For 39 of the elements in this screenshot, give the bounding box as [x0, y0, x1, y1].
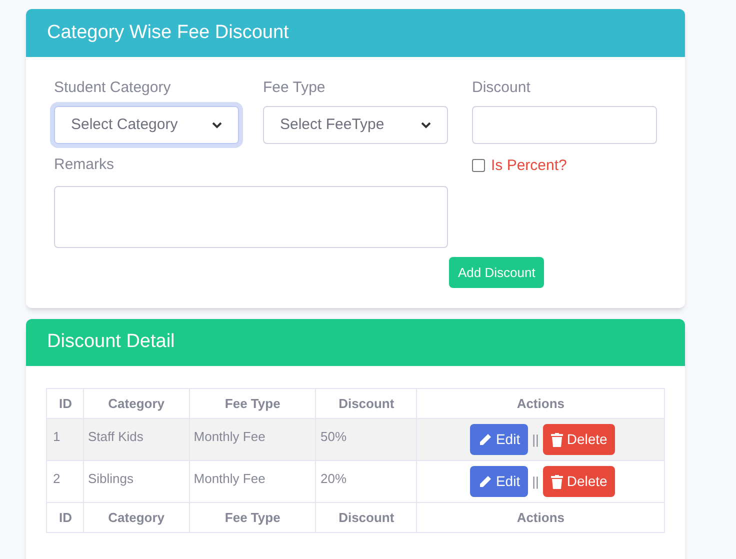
separator-text: ||	[532, 472, 539, 491]
column-header: Fee Type	[189, 502, 316, 532]
pencil-icon	[478, 474, 492, 488]
column-header: Actions	[416, 502, 664, 532]
column-header: Actions	[416, 388, 664, 418]
column-header: Fee Type	[189, 388, 316, 418]
card-title: Category Wise Fee Discount	[47, 20, 289, 45]
table-cell: Staff Kids	[83, 418, 190, 460]
checkbox-label: Is Percent?	[491, 157, 567, 175]
edit-button[interactable]: Edit	[470, 424, 528, 455]
table-cell: 1	[46, 418, 84, 460]
column-header: Category	[83, 502, 190, 532]
fee-type-select[interactable]: Select FeeType	[263, 106, 448, 144]
trash-icon	[550, 432, 563, 446]
field-label: Student Category	[54, 79, 172, 97]
separator-text: ||	[532, 430, 539, 449]
delete-button[interactable]: Delete	[542, 466, 616, 497]
delete-button[interactable]: Delete	[542, 424, 616, 455]
chevron-icon	[212, 122, 222, 128]
checkbox[interactable]	[472, 159, 485, 172]
column-header: ID	[46, 388, 84, 418]
remarks-textarea[interactable]	[54, 186, 448, 248]
discount-input[interactable]	[472, 106, 657, 144]
table-cell: 20%	[316, 460, 417, 502]
column-header: ID	[46, 502, 84, 532]
field-label: Remarks	[54, 156, 116, 174]
chevron-icon	[421, 122, 431, 128]
table-cell: 50%	[316, 418, 417, 460]
table-cell: 2	[46, 460, 84, 502]
pencil-icon	[478, 432, 492, 446]
table-cell: Monthly Fee	[189, 460, 316, 502]
column-header: Discount	[316, 502, 417, 532]
field-label: Fee Type	[263, 79, 326, 97]
table-cell: Monthly Fee	[189, 418, 316, 460]
card-title: Discount Detail	[47, 330, 175, 354]
field-label: Discount	[472, 79, 532, 97]
table-cell: Siblings	[83, 460, 190, 502]
edit-button[interactable]: Edit	[470, 466, 528, 497]
trash-icon	[550, 474, 563, 488]
